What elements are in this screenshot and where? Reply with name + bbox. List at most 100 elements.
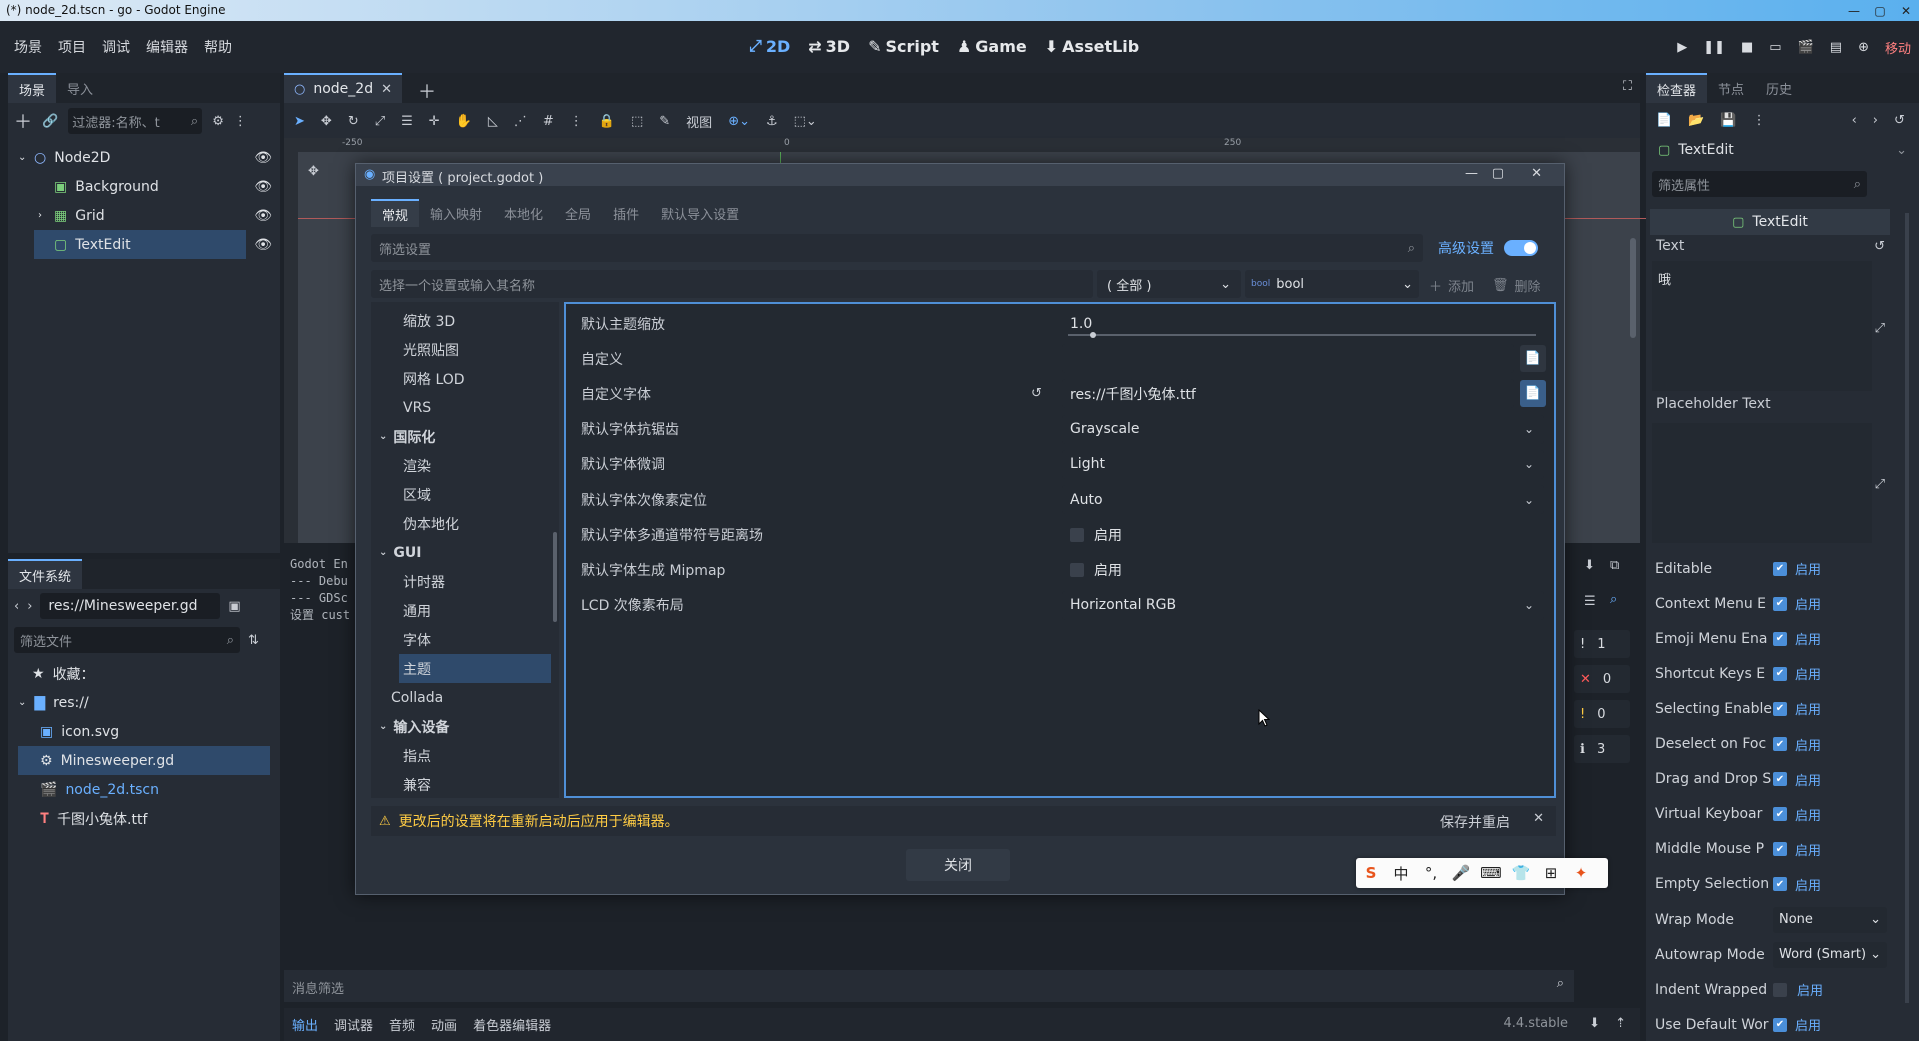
res-root-row[interactable]: ⌄ ▇ res:// (18, 688, 270, 717)
split-view-icon[interactable]: ▣ (228, 599, 240, 614)
renderer-select[interactable]: 移动 (1885, 38, 1911, 57)
property-value[interactable]: ✔ 启用 (1773, 875, 1821, 894)
text-property-field[interactable]: 哦 (1652, 261, 1872, 391)
checkbox-icon[interactable] (1070, 562, 1084, 577)
bottom-tab-1[interactable]: 调试器 (326, 1015, 381, 1034)
property-value[interactable]: ✔ 启用 (1773, 735, 1821, 754)
checkbox-icon[interactable]: ✔ (1773, 666, 1787, 681)
scale-tool-icon[interactable]: ⤢ (375, 114, 385, 129)
tab-import[interactable]: 导入 (56, 73, 104, 103)
property-value[interactable]: ✔ 启用 (1773, 594, 1821, 613)
settings-category[interactable]: ⌄ 输入设备 (371, 712, 559, 741)
property-value[interactable]: ✔ 启用 (1773, 629, 1821, 648)
save-restart-button[interactable]: 保存并重启 (1440, 812, 1510, 832)
maximize-icon[interactable]: ▢ (1492, 166, 1504, 181)
settings-category[interactable]: 计时器 (371, 567, 559, 596)
setting-value-file[interactable]: res://千图小兔体.ttf (1062, 379, 1514, 409)
settings-category[interactable]: 指点 (371, 741, 559, 770)
ime-button-7[interactable]: ✦ (1566, 859, 1596, 887)
link-icon[interactable]: 🔗 (42, 114, 58, 129)
smart-snap-icon[interactable]: ⋰ (514, 114, 527, 129)
message-count-0[interactable]: ! 1 (1574, 630, 1630, 658)
menu-0[interactable]: 场景 (6, 37, 50, 57)
dialog-tab-0[interactable]: 常规 (371, 199, 420, 227)
checkbox-icon[interactable]: ✔ (1773, 701, 1787, 716)
dialog-tab-2[interactable]: 本地化 (493, 199, 554, 227)
menu-4[interactable]: 帮助 (196, 37, 240, 57)
file-filter-input[interactable]: 筛选文件 (20, 631, 72, 650)
close-button[interactable]: 关闭 (906, 849, 1010, 881)
property-filter-input[interactable]: 筛选属性 (1658, 175, 1710, 194)
remote-debug-icon[interactable]: ▭ (1769, 40, 1781, 55)
select-tool-icon[interactable]: ➤ (294, 114, 305, 129)
save-icon[interactable]: 💾 (1720, 113, 1736, 128)
menu-2[interactable]: 调试 (94, 37, 138, 57)
tab-filesystem[interactable]: 文件系统 (8, 559, 83, 589)
workspace-2d[interactable]: ⤢ 2D (740, 36, 799, 56)
checkbox-icon[interactable]: ✔ (1773, 877, 1787, 892)
checkbox-icon[interactable]: ✔ (1773, 596, 1787, 611)
menu-1[interactable]: 项目 (50, 37, 94, 57)
filter-lines-icon[interactable]: ☰ (1584, 594, 1596, 609)
ime-button-0[interactable]: S (1356, 859, 1386, 887)
pivot-tool-icon[interactable]: ✛ (429, 114, 440, 129)
categories-scrollbar[interactable] (553, 532, 557, 622)
settings-category[interactable]: 渲染 (371, 451, 559, 480)
forward-icon[interactable]: › (27, 599, 32, 614)
dialog-tab-4[interactable]: 插件 (602, 199, 650, 227)
visibility-icon[interactable]: 👁 (254, 208, 272, 224)
tab-scene[interactable]: 场景 (8, 73, 57, 103)
ime-button-1[interactable]: 中 (1386, 859, 1416, 887)
add-setting-button[interactable]: 添加 (1448, 276, 1474, 295)
expand-icon[interactable]: ⇡ (1615, 1016, 1626, 1031)
expand-icon[interactable]: ⤢ (1875, 321, 1885, 336)
visibility-icon[interactable]: 👁 (254, 150, 272, 166)
new-resource-icon[interactable]: 📄 (1656, 113, 1672, 128)
list-select-icon[interactable]: ☰ (401, 114, 413, 129)
scene-node-node2d[interactable]: ⌄ ○ Node2D 👁 (12, 143, 276, 172)
workspace-script[interactable]: ✎ Script (859, 37, 948, 56)
setting-value-check[interactable]: 启用 (1062, 520, 1544, 549)
property-value[interactable]: None ⌄ (1773, 906, 1887, 933)
pin-icon[interactable]: ⬇ (1584, 558, 1595, 573)
layout-icon[interactable]: ⬚⌄ (794, 114, 817, 129)
property-value[interactable]: 启用 (1773, 980, 1823, 999)
bottom-tab-0[interactable]: 输出 (284, 1015, 326, 1034)
message-filter-input[interactable]: 消息筛选 (292, 978, 344, 997)
workspace-assetlib[interactable]: ⬇ AssetLib (1036, 37, 1148, 56)
checkbox-icon[interactable] (1773, 982, 1787, 997)
file-item[interactable]: 🎬 node_2d.tscn (18, 775, 270, 804)
checkbox-icon[interactable]: ✔ (1773, 1017, 1787, 1032)
maximize-icon[interactable]: ▢ (1867, 0, 1893, 21)
tab-inspector[interactable]: 检查器 (1646, 73, 1708, 103)
back-icon[interactable]: ‹ (1852, 113, 1857, 128)
scene-node-background[interactable]: ▣ Background 👁 (12, 172, 276, 201)
checkbox-icon[interactable] (1070, 527, 1084, 542)
property-value[interactable]: ✔ 启用 (1773, 770, 1821, 789)
file-dialog-icon[interactable]: 📄 (1520, 380, 1546, 408)
move-tool-icon[interactable]: ✥ (321, 114, 332, 129)
checkbox-icon[interactable]: ✔ (1773, 842, 1787, 857)
setting-value-slider[interactable]: 1.0 (1062, 309, 1544, 338)
distraction-free-icon[interactable]: ⛶ (1623, 79, 1632, 94)
bottom-tab-4[interactable]: 着色器编辑器 (465, 1015, 559, 1034)
grid-snap-icon[interactable]: # (543, 114, 554, 129)
checkbox-icon[interactable]: ✔ (1773, 772, 1787, 787)
settings-category[interactable]: 字体 (371, 625, 559, 654)
settings-category[interactable]: 区域 (371, 480, 559, 509)
back-icon[interactable]: ‹ (14, 599, 19, 614)
expand-icon[interactable]: ⤢ (1875, 477, 1885, 492)
dismiss-icon[interactable]: ✕ (1533, 811, 1544, 826)
inspector-scrollbar[interactable] (1905, 213, 1909, 1003)
dialog-tab-5[interactable]: 默认导入设置 (650, 199, 750, 227)
ime-button-5[interactable]: 👕 (1506, 859, 1536, 887)
file-dialog-icon[interactable]: 📄 (1520, 345, 1546, 373)
scene-filter-input[interactable]: 过滤器:名称、t (72, 112, 159, 131)
script-icon[interactable]: ⚙ (212, 114, 224, 129)
more-icon[interactable]: ⋮ (1753, 113, 1766, 128)
checkbox-icon[interactable]: ✔ (1773, 561, 1787, 576)
rotate-tool-icon[interactable]: ↻ (348, 114, 359, 129)
checkbox-icon[interactable]: ✔ (1773, 737, 1787, 751)
add-icon[interactable]: ⊕⌄ (728, 114, 750, 129)
visibility-icon[interactable]: 👁 (254, 179, 272, 195)
